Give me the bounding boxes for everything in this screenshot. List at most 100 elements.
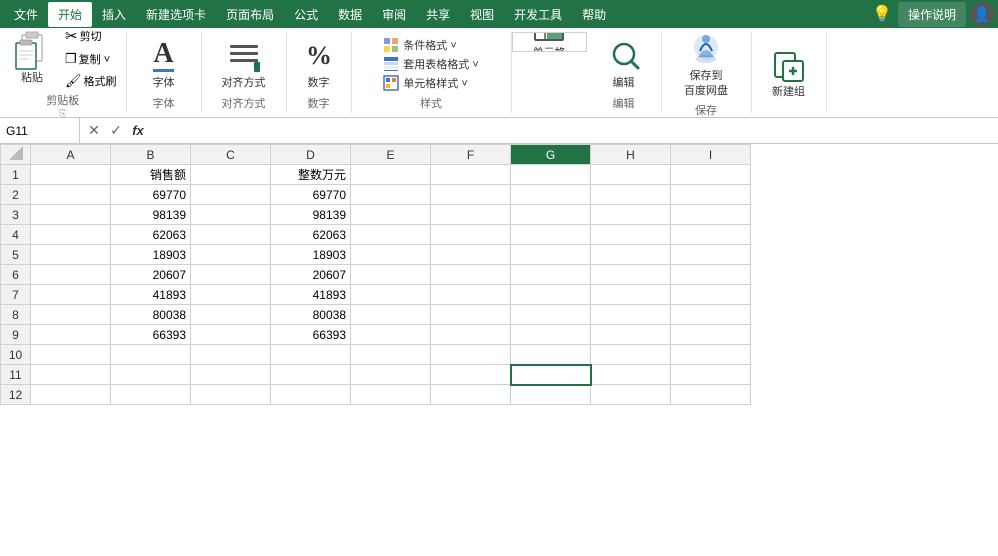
col-header-f[interactable]: F <box>431 145 511 165</box>
cell-d7[interactable]: 41893 <box>271 285 351 305</box>
menu-item-file[interactable]: 文件 <box>4 2 48 27</box>
formula-confirm-icon[interactable]: ✓ <box>106 121 126 141</box>
cell-g1[interactable] <box>511 165 591 185</box>
cell-i1[interactable] <box>671 165 751 185</box>
cell-f9[interactable] <box>431 325 511 345</box>
row-header-5[interactable]: 5 <box>1 245 31 265</box>
cell-g7[interactable] <box>511 285 591 305</box>
cell-a9[interactable] <box>31 325 111 345</box>
cell-b7[interactable]: 41893 <box>111 285 191 305</box>
cell-h9[interactable] <box>591 325 671 345</box>
cell-d2[interactable]: 69770 <box>271 185 351 205</box>
cell-c6[interactable] <box>191 265 271 285</box>
cell-b3[interactable]: 98139 <box>111 205 191 225</box>
cell-f11[interactable] <box>431 365 511 385</box>
cell-i3[interactable] <box>671 205 751 225</box>
cell-e10[interactable] <box>351 345 431 365</box>
cell-d3[interactable]: 98139 <box>271 205 351 225</box>
col-header-d[interactable]: D <box>271 145 351 165</box>
user-avatar[interactable]: 👤 <box>970 2 994 26</box>
cell-i10[interactable] <box>671 345 751 365</box>
cell-g2[interactable] <box>511 185 591 205</box>
cell-a1[interactable] <box>31 165 111 185</box>
cell-d8[interactable]: 80038 <box>271 305 351 325</box>
lightbulb-button[interactable]: 💡 <box>870 2 894 26</box>
row-header-8[interactable]: 8 <box>1 305 31 325</box>
cell-e6[interactable] <box>351 265 431 285</box>
menu-item-help[interactable]: 帮助 <box>572 2 616 27</box>
align-button[interactable]: 对齐方式 <box>216 34 272 92</box>
cell-g3[interactable] <box>511 205 591 225</box>
cell-d4[interactable]: 62063 <box>271 225 351 245</box>
cell-g6[interactable] <box>511 265 591 285</box>
cell-i8[interactable] <box>671 305 751 325</box>
cell-g12[interactable] <box>511 385 591 405</box>
paste-button[interactable]: 粘贴 <box>6 29 58 87</box>
cell-b10[interactable] <box>111 345 191 365</box>
cell-button[interactable]: 单元格 <box>523 32 575 52</box>
cell-f12[interactable] <box>431 385 511 405</box>
cell-i6[interactable] <box>671 265 751 285</box>
cell-g11[interactable] <box>511 365 591 385</box>
cell-i12[interactable] <box>671 385 751 405</box>
cell-e9[interactable] <box>351 325 431 345</box>
cell-a12[interactable] <box>31 385 111 405</box>
cell-d5[interactable]: 18903 <box>271 245 351 265</box>
row-header-2[interactable]: 2 <box>1 185 31 205</box>
cell-i2[interactable] <box>671 185 751 205</box>
cell-d9[interactable]: 66393 <box>271 325 351 345</box>
cell-h10[interactable] <box>591 345 671 365</box>
row-header-10[interactable]: 10 <box>1 345 31 365</box>
save-button[interactable]: 保存到 百度网盘 <box>678 27 734 100</box>
cell-f4[interactable] <box>431 225 511 245</box>
cell-c2[interactable] <box>191 185 271 205</box>
cell-f7[interactable] <box>431 285 511 305</box>
menu-item-home[interactable]: 开始 <box>48 2 92 27</box>
cell-e4[interactable] <box>351 225 431 245</box>
cell-c1[interactable] <box>191 165 271 185</box>
cell-f2[interactable] <box>431 185 511 205</box>
cell-g9[interactable] <box>511 325 591 345</box>
formula-input[interactable] <box>152 124 998 138</box>
menu-item-share[interactable]: 共享 <box>416 2 460 27</box>
menu-item-help-search[interactable]: 操作说明 <box>898 2 966 27</box>
col-header-g[interactable]: G <box>511 145 591 165</box>
cell-h1[interactable] <box>591 165 671 185</box>
cell-b9[interactable]: 66393 <box>111 325 191 345</box>
cell-b12[interactable] <box>111 385 191 405</box>
cell-h6[interactable] <box>591 265 671 285</box>
cell-c5[interactable] <box>191 245 271 265</box>
col-header-a[interactable]: A <box>31 145 111 165</box>
cell-c12[interactable] <box>191 385 271 405</box>
cell-a5[interactable] <box>31 245 111 265</box>
cell-f3[interactable] <box>431 205 511 225</box>
cell-a10[interactable] <box>31 345 111 365</box>
cell-a11[interactable] <box>31 365 111 385</box>
cell-c8[interactable] <box>191 305 271 325</box>
cell-f10[interactable] <box>431 345 511 365</box>
cell-d12[interactable] <box>271 385 351 405</box>
copy-button[interactable]: ❐ 复制 ˅ <box>62 50 120 68</box>
formula-cancel-icon[interactable]: ✕ <box>84 121 104 141</box>
conditional-format-button[interactable]: 条件格式 ˅ <box>379 36 482 54</box>
row-header-12[interactable]: 12 <box>1 385 31 405</box>
cell-f1[interactable] <box>431 165 511 185</box>
cell-f6[interactable] <box>431 265 511 285</box>
cell-h3[interactable] <box>591 205 671 225</box>
col-header-e[interactable]: E <box>351 145 431 165</box>
cell-b4[interactable]: 62063 <box>111 225 191 245</box>
col-header-i[interactable]: I <box>671 145 751 165</box>
cell-f5[interactable] <box>431 245 511 265</box>
cell-h4[interactable] <box>591 225 671 245</box>
cell-e3[interactable] <box>351 205 431 225</box>
font-button[interactable]: A 字体 <box>138 34 190 92</box>
cell-i5[interactable] <box>671 245 751 265</box>
col-header-b[interactable]: B <box>111 145 191 165</box>
cell-h5[interactable] <box>591 245 671 265</box>
cell-e12[interactable] <box>351 385 431 405</box>
menu-item-devtools[interactable]: 开发工具 <box>504 2 572 27</box>
cell-b11[interactable] <box>111 365 191 385</box>
row-header-6[interactable]: 6 <box>1 265 31 285</box>
row-header-4[interactable]: 4 <box>1 225 31 245</box>
cell-a4[interactable] <box>31 225 111 245</box>
